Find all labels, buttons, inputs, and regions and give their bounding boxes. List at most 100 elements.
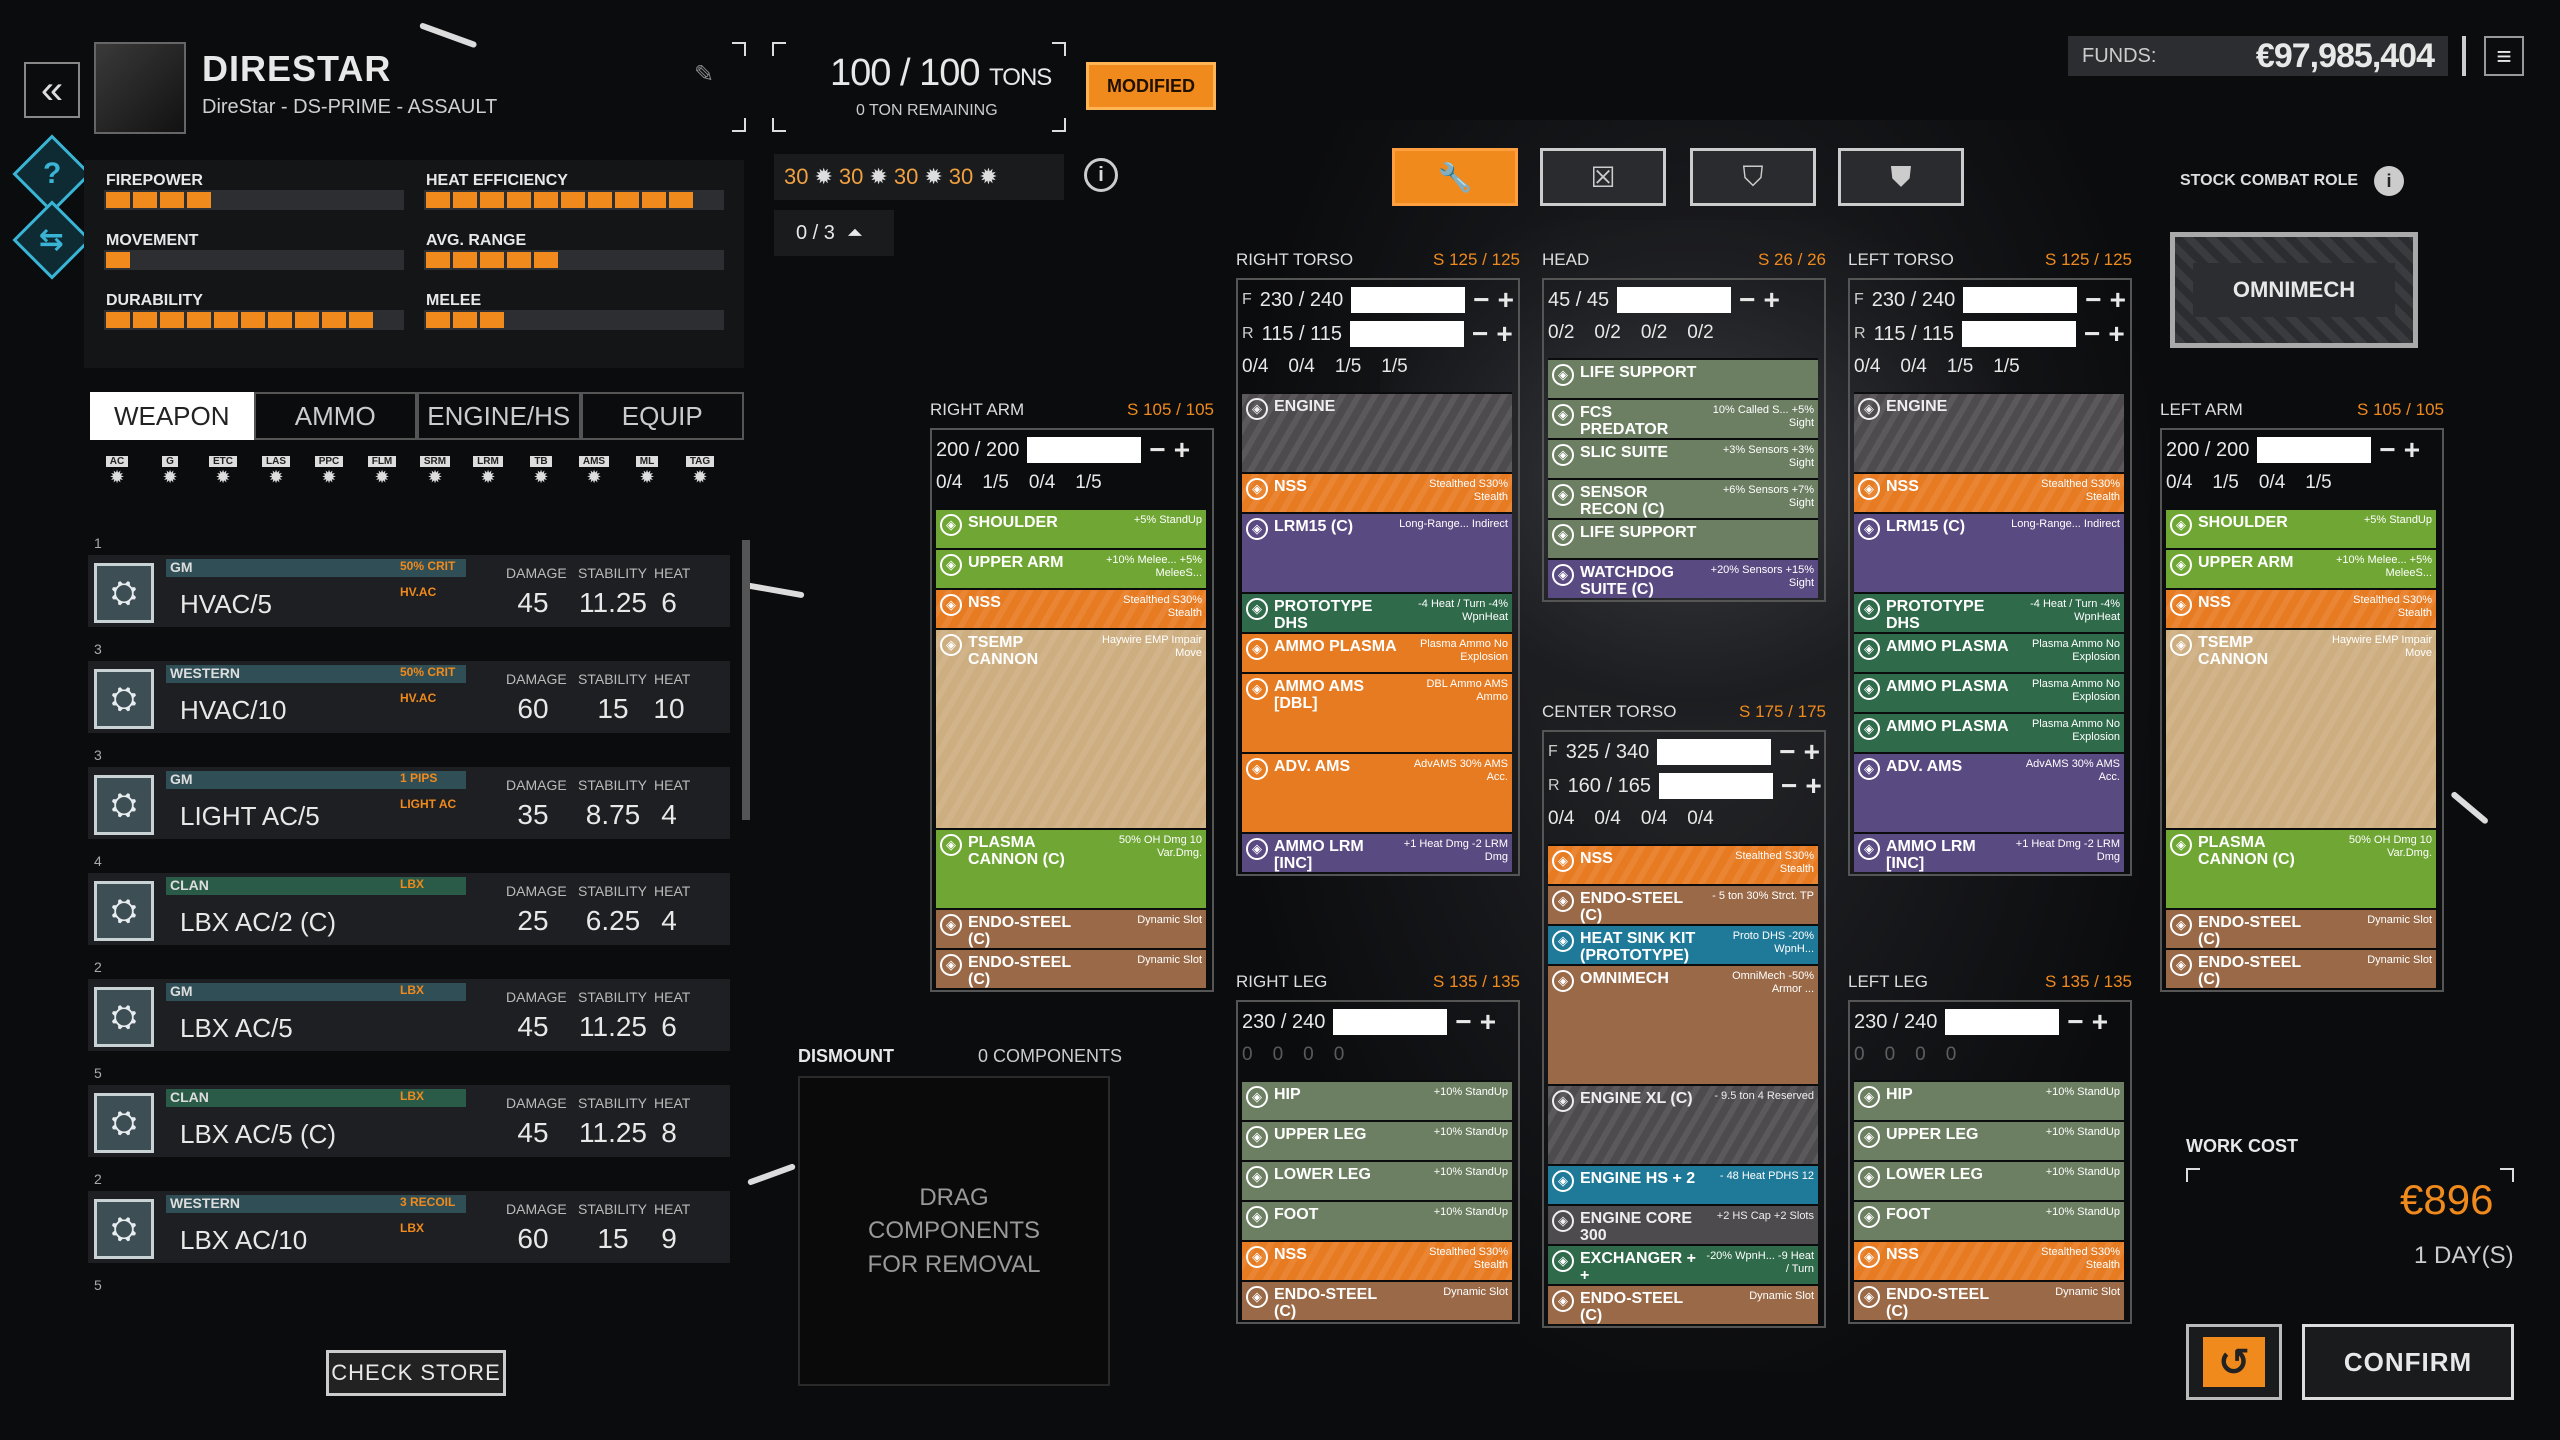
back-button[interactable]: « [24, 62, 80, 118]
tab-equip[interactable]: EQUIP [580, 392, 744, 440]
tool-strip-button[interactable]: ☒ [1540, 148, 1666, 206]
question-icon: ? [42, 156, 62, 190]
filter-tag[interactable]: TAG ✹ [679, 456, 721, 496]
stat-bar [104, 250, 404, 270]
weapon-row[interactable]: ⛭ CLAN LBX LBX AC/5 (C) DAMAGE 45 STABILITY 11.… [88, 1085, 730, 1157]
filter-las[interactable]: LAS ✹ [255, 456, 297, 496]
filter-icon: ✹ [480, 467, 496, 487]
tab-enginehs[interactable]: ENGINE/HS [417, 392, 581, 440]
jumpjet-icon: ⏶ [846, 221, 863, 244]
stat-bar-segment [187, 192, 211, 208]
tool-customize-button[interactable]: 🔧 [1392, 148, 1518, 206]
edit-icon[interactable]: ✎ [694, 60, 714, 89]
stat-bar [424, 250, 724, 270]
filter-ml[interactable]: ML ✹ [626, 456, 668, 496]
location-frame [1848, 1000, 2132, 1324]
tonnage-remaining: 0 TON REMAINING [856, 102, 998, 119]
dismount-hint: DRAG COMPONENTS FOR REMOVAL [867, 1183, 1041, 1278]
stat-bar-segment [160, 192, 184, 208]
filter-label: SRM [419, 456, 451, 467]
filter-ac[interactable]: AC ✹ [96, 456, 138, 496]
jumpjet-summary: 0 / 3 ⏶ [774, 210, 894, 256]
stat-bar-segment [426, 192, 450, 208]
filter-flm[interactable]: FLM ✹ [361, 456, 403, 496]
tab-weapon[interactable]: WEAPON [90, 392, 254, 440]
weapon-row[interactable]: ⛭ WESTERN 50% CRIT HV.AC HVAC/10 DAMAGE 60 STAB… [88, 661, 730, 733]
undo-button[interactable]: ↺ [2186, 1324, 2282, 1400]
weapon-row[interactable]: ⛭ WESTERN 3 RECOIL LBX LBX AC/10 DAMAGE 60 STAB… [88, 1191, 730, 1263]
stat-bar-segment [426, 252, 450, 268]
wrench-icon: 🔧 [1437, 161, 1473, 193]
weapon-tag: HV.AC [400, 691, 437, 705]
filter-lrm[interactable]: LRM ✹ [467, 456, 509, 496]
stat-label: FIREPOWER [106, 172, 203, 189]
weapon-damage: 45 [517, 587, 549, 618]
weapon-stat-header: STABILITY [578, 671, 647, 687]
frame-corner [732, 118, 746, 132]
filter-ams[interactable]: AMS ✹ [573, 456, 615, 496]
work-cost-days: 1 DAY(S) [2414, 1242, 2514, 1269]
filter-icon: ✹ [321, 467, 337, 487]
weapon-stat-header: HEAT [654, 777, 691, 793]
filter-ppc[interactable]: PPC ✹ [308, 456, 350, 496]
compare-button[interactable]: ⇆ [12, 200, 92, 280]
tool-max-armor-button[interactable]: ⛊ [1838, 148, 1964, 206]
filter-g[interactable]: G ✹ [149, 456, 191, 496]
info-icon[interactable]: i [2374, 166, 2404, 196]
weapon-stat-header: HEAT [654, 565, 691, 581]
stat-bar-segment [588, 192, 612, 208]
stock-role-label: STOCK COMBAT ROLE [2180, 172, 2359, 189]
weapon-row[interactable]: ⛭ GM 50% CRIT HV.AC HVAC/5 DAMAGE 45 STABILITY 1… [88, 555, 730, 627]
location-frame [1236, 278, 1520, 876]
hardpoint-value: 30 [893, 164, 919, 189]
weapon-stat-header: HEAT [654, 989, 691, 1005]
weapon-damage: 60 [517, 1223, 549, 1254]
tool-strip-armor-button[interactable]: ⛉ [1690, 148, 1816, 206]
weapon-name: HVAC/5 [180, 589, 272, 619]
filter-icon: ✹ [692, 467, 708, 487]
weapon-stat-header: DAMAGE [506, 671, 567, 687]
weapon-icon: ⛭ [94, 881, 154, 941]
menu-button[interactable]: ≡ [2484, 36, 2524, 76]
hardpoint-icon: ✹ [869, 164, 888, 189]
dismount-dropzone[interactable]: DRAG COMPONENTS FOR REMOVAL [798, 1076, 1110, 1386]
stat-bar-segment [642, 192, 666, 208]
filter-tb[interactable]: TB ✹ [520, 456, 562, 496]
weapon-count: 2 [94, 1171, 102, 1187]
location-frame [1236, 1000, 1520, 1324]
weapon-heat: 4 [661, 799, 677, 830]
weapon-tag: LIGHT AC [400, 797, 457, 811]
location-center-torso: CENTER TORSO S 175 / 175 F 325 / 340− + R 160 … [1542, 702, 1826, 1330]
filter-icon: ✹ [639, 467, 655, 487]
weapon-name: LBX AC/5 [180, 1013, 293, 1043]
stat-bar-segment [480, 252, 504, 268]
filter-etc[interactable]: ETC ✹ [202, 456, 244, 496]
hardpoint-value: 30 [948, 164, 974, 189]
stat-label: DURABILITY [106, 292, 203, 309]
filter-srm[interactable]: SRM ✹ [414, 456, 456, 496]
tonnage-value: 100 / 100 [830, 52, 980, 94]
stat-bar-segment [480, 192, 504, 208]
stat-bar-segment [534, 252, 558, 268]
weapon-count: 2 [94, 959, 102, 975]
stat-bar [104, 310, 404, 330]
check-store-button[interactable]: CHECK STORE [326, 1350, 506, 1396]
filter-icon: ✹ [268, 467, 284, 487]
filter-icon: ✹ [427, 467, 443, 487]
filter-icon: ✹ [533, 467, 549, 487]
info-icon[interactable]: i [1084, 158, 1118, 192]
weapon-stat-header: DAMAGE [506, 777, 567, 793]
stat-bar-segment [214, 312, 238, 328]
weapon-row[interactable]: ⛭ GM LBX LBX AC/5 DAMAGE 45 STABILITY 11.25 HEAT… [88, 979, 730, 1051]
weapon-row[interactable]: ⛭ CLAN LBX LBX AC/2 (C) DAMAGE 25 STABILITY 6.2… [88, 873, 730, 945]
weapon-name: LBX AC/2 (C) [180, 907, 337, 937]
filter-label: LRM [473, 456, 503, 467]
tab-ammo[interactable]: AMMO [253, 392, 417, 440]
location-head: HEAD S 26 / 26 45 / 45− +0/2 0/2 0/2 0/2 ◈ LIFE … [1542, 250, 1826, 604]
weapon-row[interactable]: ⛭ GM 1 PIPS LIGHT AC LIGHT AC/5 DAMAGE 35 STABI… [88, 767, 730, 839]
location-slots: S 175 / 175 [1739, 702, 1826, 721]
weapon-heat: 9 [661, 1223, 677, 1254]
weapon-list-scrollbar[interactable] [742, 540, 750, 820]
confirm-button[interactable]: CONFIRM [2302, 1324, 2514, 1400]
filter-label: FLM [367, 456, 397, 467]
